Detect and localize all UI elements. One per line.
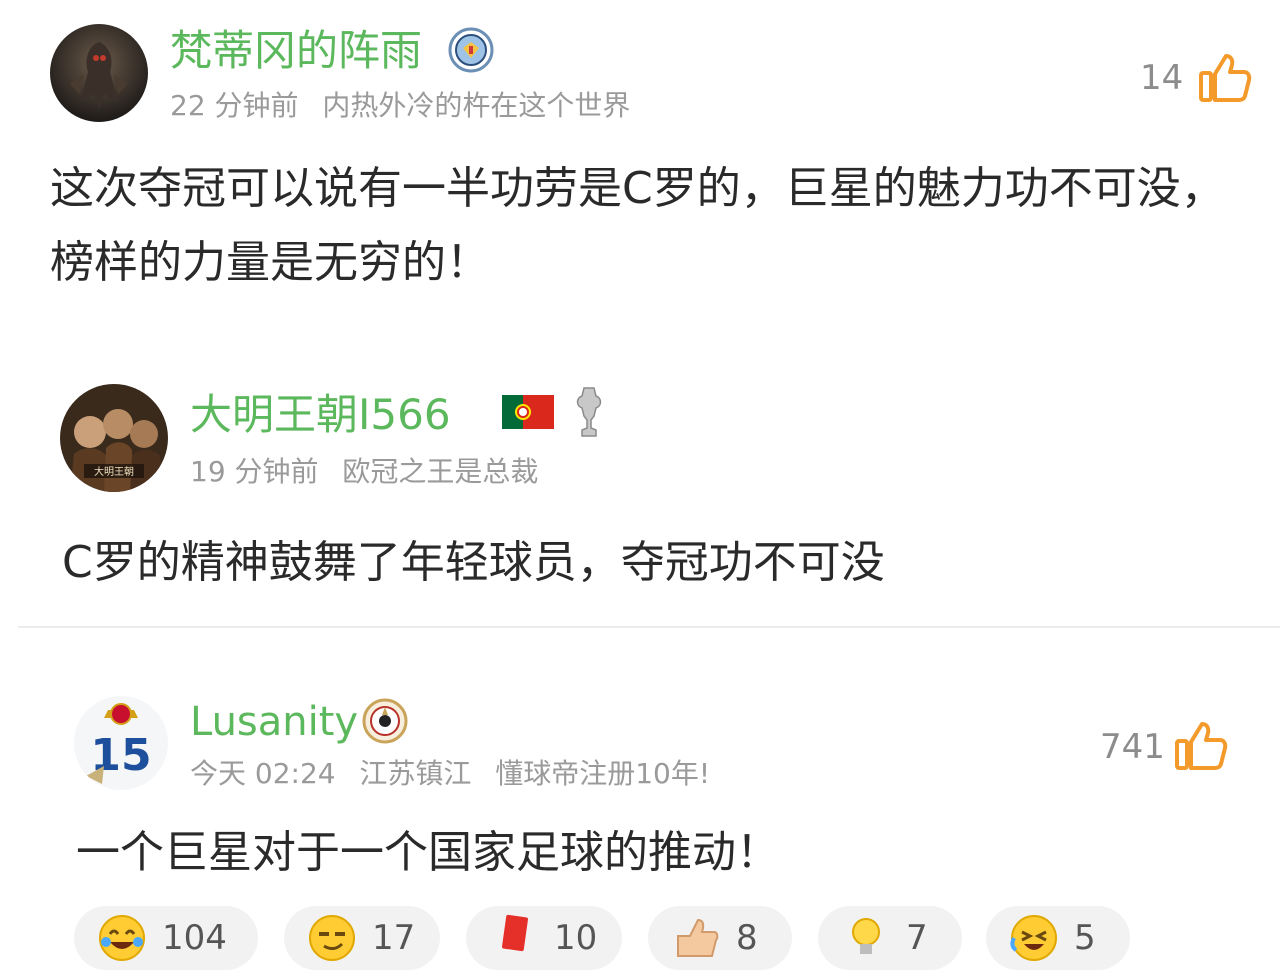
reaction-count: 104 — [162, 918, 227, 958]
like-count: 14 — [1140, 58, 1184, 98]
comment-time: 今天 02:24 — [190, 757, 336, 790]
reaction-count: 7 — [906, 918, 928, 958]
comment-1: 梵蒂冈的阵雨 22 分钟前 内热外冷的杵在这个世界 14 这次夺冠可以说有一半功… — [0, 0, 1280, 330]
comment-text: C罗的精神鼓舞了年轻球员，夺冠功不可没 — [62, 537, 885, 588]
smirk-emoji-icon — [309, 915, 355, 961]
username[interactable]: 梵蒂冈的阵雨 — [170, 30, 422, 72]
reaction-count: 10 — [554, 918, 598, 958]
reaction-button[interactable]: 17 — [284, 906, 440, 970]
user-avatar[interactable]: 15 — [74, 696, 168, 790]
lightbulb-icon — [852, 918, 880, 954]
laughing-tears-emoji-icon — [1010, 915, 1057, 961]
red-card-icon — [501, 914, 529, 952]
user-location: 江苏镇江 — [359, 757, 472, 790]
like-thumb-icon[interactable] — [1174, 718, 1228, 772]
thumbs-up-hand-icon — [677, 918, 719, 957]
comment-3: 15 Lusanity 今天 02:24 江苏镇江 懂球帝注册10年! 741 … — [0, 640, 1280, 900]
team-badge-icon — [448, 27, 494, 73]
comment-divider — [18, 626, 1280, 628]
username[interactable]: Lusanity — [190, 702, 358, 742]
trophy-icon — [574, 386, 604, 438]
comment-meta: 22 分钟前 内热外冷的杵在这个世界 — [170, 92, 630, 120]
comment-meta: 今天 02:24 江苏镇江 懂球帝注册10年! — [190, 760, 710, 788]
comment-2: 大明王朝 大明王朝I566 19 分钟前 欧冠之王是总裁 C罗的精神鼓舞了年轻球… — [0, 370, 1280, 610]
comment-text: 这次夺冠可以说有一半功劳是C罗的，巨星的魅力功不可没，榜样的力量是无穷的！ — [50, 163, 1225, 288]
comment-meta: 19 分钟前 欧冠之王是总裁 — [190, 458, 538, 486]
reaction-count: 5 — [1074, 918, 1096, 958]
reaction-count: 8 — [736, 918, 758, 958]
reaction-button[interactable]: 8 — [648, 906, 792, 970]
user-signature: 懂球帝注册10年! — [495, 757, 711, 790]
comment-text: 一个巨星对于一个国家足球的推动！ — [76, 827, 780, 878]
svg-text:大明王朝: 大明王朝 — [94, 465, 134, 478]
user-signature: 欧冠之王是总裁 — [342, 455, 539, 488]
reaction-count: 17 — [372, 918, 416, 958]
portugal-flag-icon — [502, 395, 554, 429]
user-avatar[interactable] — [50, 24, 148, 122]
like-count: 741 — [1100, 727, 1165, 767]
user-signature: 内热外冷的杵在这个世界 — [322, 89, 631, 122]
user-avatar[interactable]: 大明王朝 — [60, 384, 168, 492]
crying-laugh-emoji-icon — [99, 915, 145, 961]
reaction-button[interactable]: 10 — [466, 906, 622, 970]
username[interactable]: 大明王朝I566 — [190, 394, 451, 436]
reaction-button[interactable]: 104 — [74, 906, 258, 970]
comment-time: 19 分钟前 — [190, 455, 319, 488]
club-badge-icon — [362, 698, 408, 744]
comment-time: 22 分钟前 — [170, 89, 299, 122]
reaction-button[interactable]: 5 — [986, 906, 1130, 970]
like-thumb-icon[interactable] — [1198, 50, 1252, 104]
reaction-button[interactable]: 7 — [818, 906, 962, 970]
